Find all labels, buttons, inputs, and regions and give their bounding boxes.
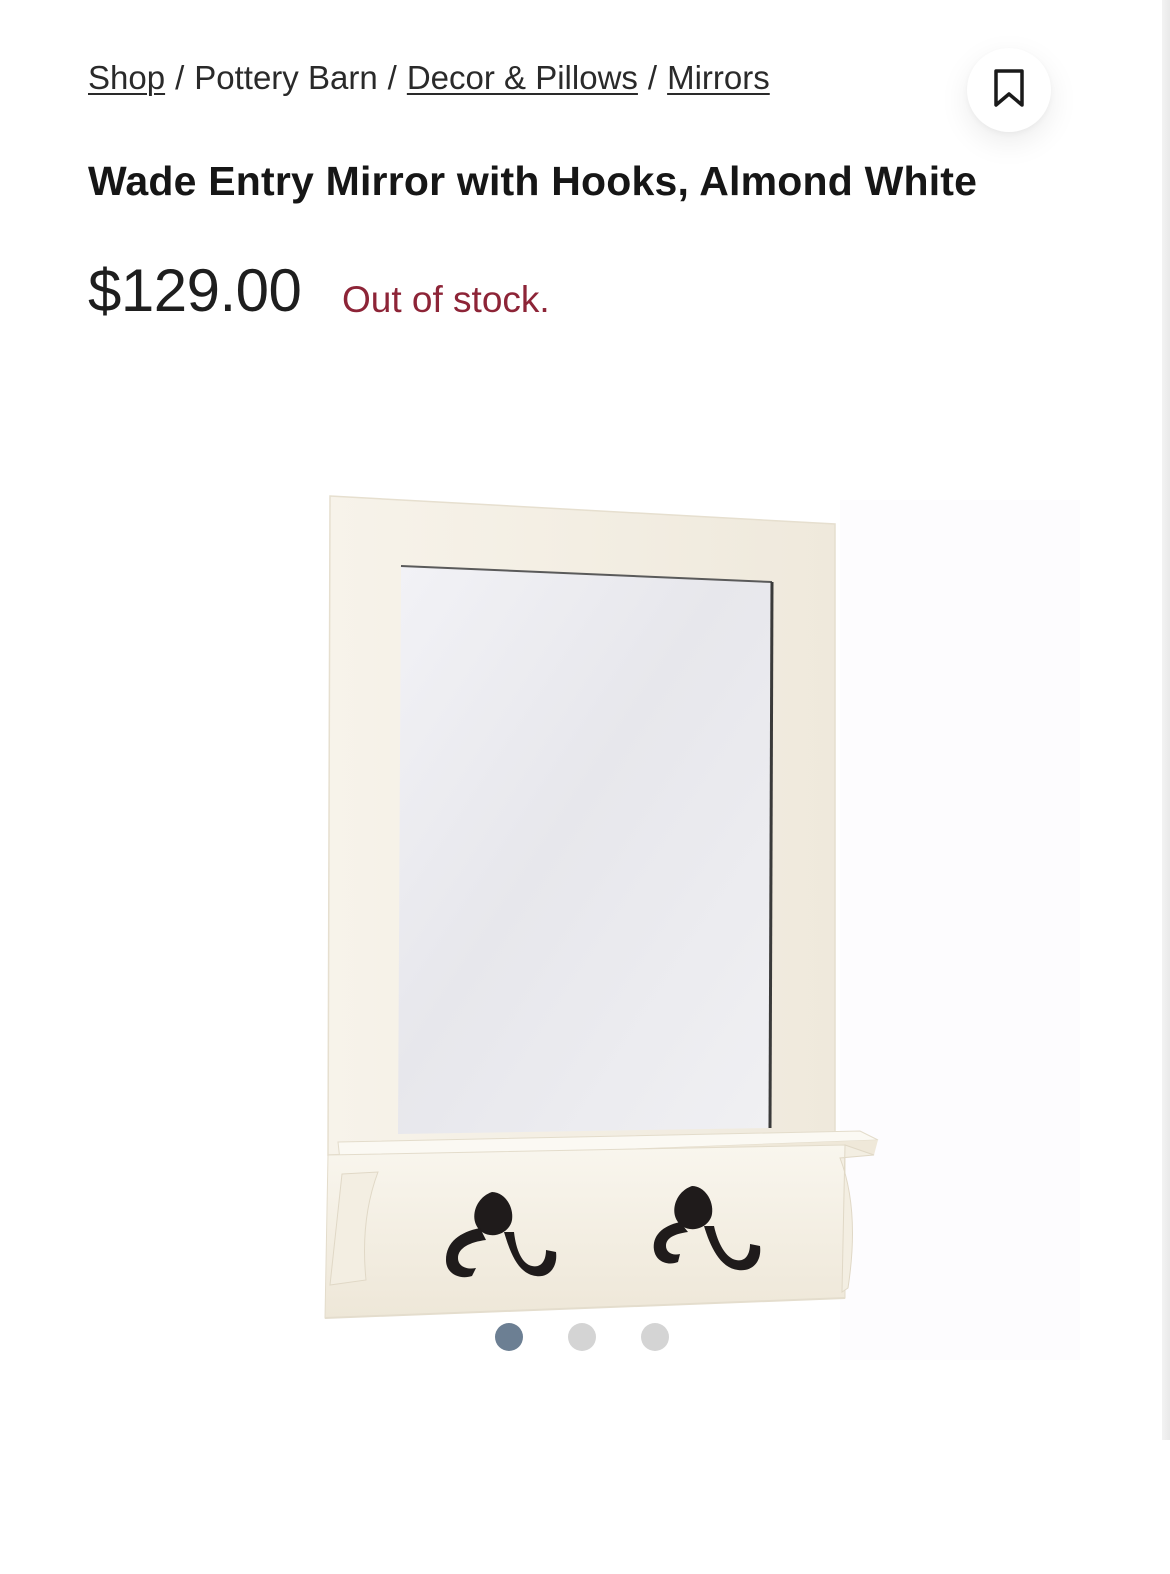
carousel-dot-3[interactable] — [641, 1323, 669, 1351]
breadcrumb: Shop / Pottery Barn / Decor & Pillows / Mirror… — [88, 58, 770, 98]
product-page: Shop / Pottery Barn / Decor & Pillows / Mirror… — [0, 0, 1170, 1574]
carousel-dot-1[interactable] — [495, 1323, 523, 1351]
carousel-dots — [495, 1323, 669, 1351]
breadcrumb-pottery-barn: Pottery Barn — [194, 59, 378, 96]
bookmark-icon — [992, 68, 1026, 113]
breadcrumb-decor-pillows[interactable]: Decor & Pillows — [407, 59, 638, 96]
product-image — [324, 495, 879, 1319]
breadcrumb-separator: / — [175, 59, 185, 96]
stock-status: Out of stock. — [342, 279, 550, 320]
breadcrumb-separator: / — [647, 59, 658, 96]
product-price: $129.00 — [88, 257, 302, 324]
scrollbar-edge — [1162, 0, 1170, 1440]
product-title: Wade Entry Mirror with Hooks, Almond Whi… — [88, 158, 978, 204]
carousel-dot-2[interactable] — [568, 1323, 596, 1351]
breadcrumb-mirrors[interactable]: Mirrors — [667, 59, 770, 96]
breadcrumb-shop[interactable]: Shop — [88, 59, 165, 96]
product-image-gallery[interactable] — [300, 480, 1080, 1360]
bookmark-button[interactable] — [967, 48, 1051, 132]
breadcrumb-separator: / — [387, 59, 397, 96]
